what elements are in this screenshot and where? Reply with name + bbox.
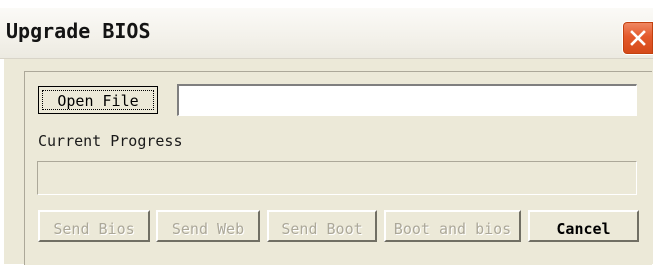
send-boot-label: Send Boot xyxy=(281,219,363,238)
cancel-label: Cancel xyxy=(556,219,611,238)
top-edge xyxy=(0,0,653,8)
upgrade-bios-dialog: Upgrade BIOS Open File Current Progress … xyxy=(0,0,653,265)
focus-ring xyxy=(42,90,154,110)
left-frame-edge xyxy=(0,59,4,264)
progress-bar xyxy=(37,161,637,195)
title-bar[interactable]: Upgrade BIOS xyxy=(0,8,653,59)
boot-and-bios-label: Boot and bios xyxy=(393,219,512,238)
window-title: Upgrade BIOS xyxy=(6,19,151,43)
send-bios-button[interactable]: Send Bios xyxy=(38,210,150,242)
current-progress-label: Current Progress xyxy=(38,132,183,150)
file-path-input[interactable] xyxy=(177,84,637,116)
cancel-button[interactable]: Cancel xyxy=(528,210,639,242)
send-bios-label: Send Bios xyxy=(53,219,135,238)
close-button[interactable] xyxy=(622,21,653,55)
boot-and-bios-button[interactable]: Boot and bios xyxy=(384,210,521,242)
send-web-label: Send Web xyxy=(171,219,245,238)
open-file-button[interactable]: Open File xyxy=(38,86,158,114)
send-web-button[interactable]: Send Web xyxy=(156,210,260,242)
close-icon xyxy=(630,30,646,46)
send-boot-button[interactable]: Send Boot xyxy=(267,210,377,242)
